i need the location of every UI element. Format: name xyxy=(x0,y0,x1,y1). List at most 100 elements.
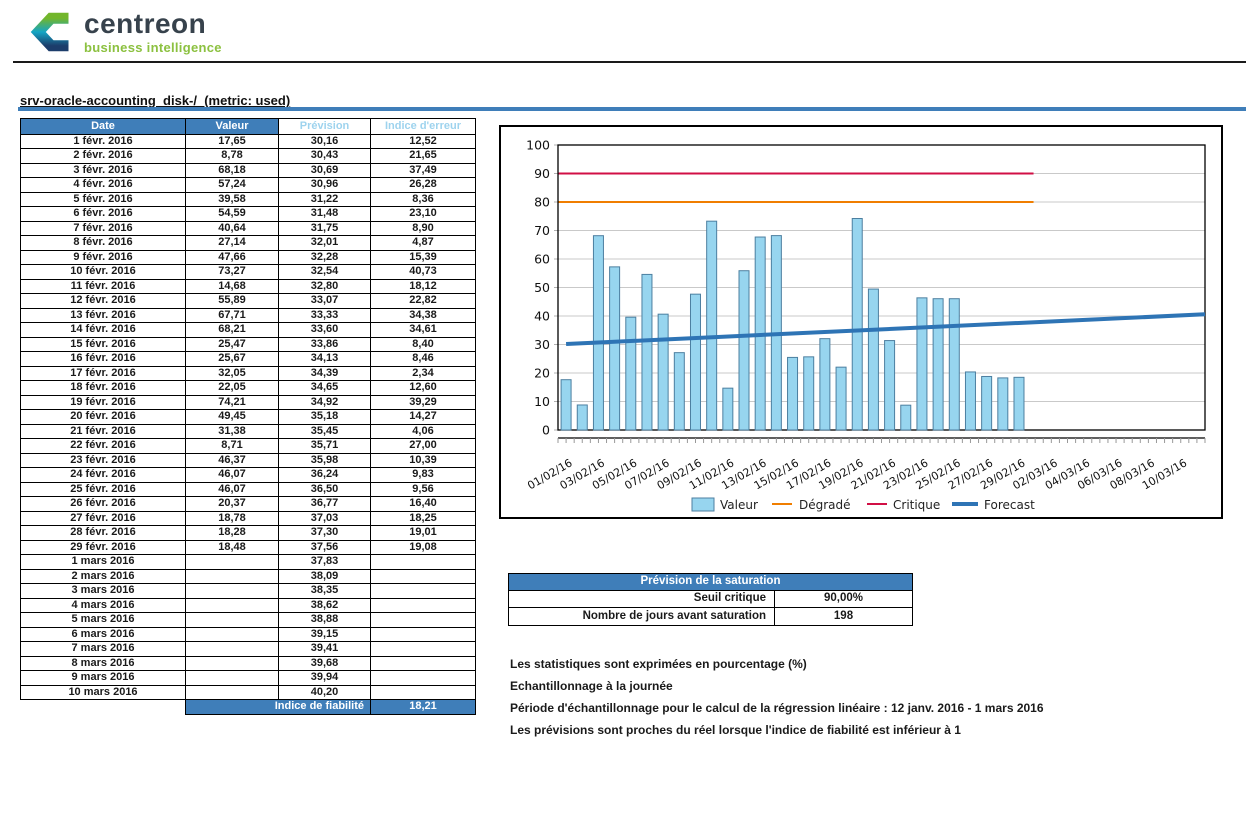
table-row: 20 févr. 201649,4535,1814,27 xyxy=(21,410,476,425)
cell-prevision: 35,98 xyxy=(279,453,371,468)
table-row: 6 févr. 201654,5931,4823,10 xyxy=(21,207,476,222)
table-row: 19 févr. 201674,2134,9239,29 xyxy=(21,395,476,410)
table-row: 5 févr. 201639,5831,228,36 xyxy=(21,192,476,207)
cell-valeur: 25,47 xyxy=(186,337,279,352)
cell-erreur xyxy=(371,685,476,700)
table-row: 7 févr. 201640,6431,758,90 xyxy=(21,221,476,236)
valeur-bar xyxy=(933,299,943,430)
table-row: 6 mars 201639,15 xyxy=(21,627,476,642)
cell-date: 6 févr. 2016 xyxy=(21,207,186,222)
cell-prevision: 30,69 xyxy=(279,163,371,178)
cell-prevision: 30,96 xyxy=(279,178,371,193)
cell-prevision: 32,80 xyxy=(279,279,371,294)
valeur-bar xyxy=(593,236,603,430)
cell-erreur: 34,61 xyxy=(371,323,476,338)
cell-erreur: 8,90 xyxy=(371,221,476,236)
cell-prevision: 37,03 xyxy=(279,511,371,526)
cell-valeur: 25,67 xyxy=(186,352,279,367)
table-row: 9 févr. 201647,6632,2815,39 xyxy=(21,250,476,265)
cell-valeur xyxy=(186,642,279,657)
cell-erreur: 21,65 xyxy=(371,149,476,164)
table-row: 27 févr. 201618,7837,0318,25 xyxy=(21,511,476,526)
table-row: 10 févr. 201673,2732,5440,73 xyxy=(21,265,476,280)
header-divider xyxy=(13,61,1246,63)
cell-prevision: 33,60 xyxy=(279,323,371,338)
cell-valeur: 8,71 xyxy=(186,439,279,454)
cell-prevision: 36,77 xyxy=(279,497,371,512)
saturation-title: Prévision de la saturation xyxy=(509,574,913,591)
cell-valeur xyxy=(186,613,279,628)
cell-erreur xyxy=(371,627,476,642)
cell-date: 2 mars 2016 xyxy=(21,569,186,584)
col-header-prevision: Prévision xyxy=(279,119,371,135)
critical-threshold-value: 90,00% xyxy=(775,590,913,608)
cell-valeur: 73,27 xyxy=(186,265,279,280)
valeur-bar xyxy=(690,294,700,430)
table-row: 14 févr. 201668,2133,6034,61 xyxy=(21,323,476,338)
reliability-index-value: 18,21 xyxy=(371,700,476,715)
cell-date: 10 févr. 2016 xyxy=(21,265,186,280)
cell-erreur: 8,36 xyxy=(371,192,476,207)
cell-erreur: 2,34 xyxy=(371,366,476,381)
table-row: 3 févr. 201668,1830,6937,49 xyxy=(21,163,476,178)
table-row: 4 mars 201638,62 xyxy=(21,598,476,613)
cell-date: 5 mars 2016 xyxy=(21,613,186,628)
cell-erreur xyxy=(371,656,476,671)
brand-name: centreon xyxy=(84,10,222,38)
cell-prevision: 30,43 xyxy=(279,149,371,164)
table-row: 10 mars 201640,20 xyxy=(21,685,476,700)
forecast-chart: 010203040506070809010001/02/1603/02/1605… xyxy=(499,125,1223,519)
cell-date: 8 mars 2016 xyxy=(21,656,186,671)
note-line: Période d'échantillonnage pour le calcul… xyxy=(510,697,1044,719)
valeur-bar xyxy=(658,314,668,430)
cell-valeur: 67,71 xyxy=(186,308,279,323)
cell-prevision: 40,20 xyxy=(279,685,371,700)
valeur-bar xyxy=(707,221,717,430)
cell-erreur: 40,73 xyxy=(371,265,476,280)
cell-valeur: 22,05 xyxy=(186,381,279,396)
cell-date: 15 févr. 2016 xyxy=(21,337,186,352)
valeur-bar xyxy=(998,378,1008,430)
critical-threshold-label: Seuil critique xyxy=(509,590,775,608)
cell-prevision: 32,28 xyxy=(279,250,371,265)
cell-prevision: 31,48 xyxy=(279,207,371,222)
cell-prevision: 34,65 xyxy=(279,381,371,396)
cell-prevision: 34,92 xyxy=(279,395,371,410)
cell-erreur: 9,83 xyxy=(371,468,476,483)
cell-erreur: 37,49 xyxy=(371,163,476,178)
table-row: 1 févr. 201617,6530,1612,52 xyxy=(21,134,476,149)
table-row: 13 févr. 201667,7133,3334,38 xyxy=(21,308,476,323)
cell-erreur: 12,60 xyxy=(371,381,476,396)
cell-date: 22 févr. 2016 xyxy=(21,439,186,454)
table-row: 9 mars 201639,94 xyxy=(21,671,476,686)
valeur-bar xyxy=(836,367,846,430)
cell-valeur: 54,59 xyxy=(186,207,279,222)
y-axis-label: 10 xyxy=(534,394,550,409)
valeur-bar xyxy=(852,219,862,430)
legend-label: Valeur xyxy=(720,498,758,512)
cell-valeur: 8,78 xyxy=(186,149,279,164)
cell-date: 7 févr. 2016 xyxy=(21,221,186,236)
col-header-date: Date xyxy=(21,119,186,135)
cell-erreur xyxy=(371,569,476,584)
report-title: srv-oracle-accounting disk-/ (metric: us… xyxy=(20,93,290,108)
cell-prevision: 37,56 xyxy=(279,540,371,555)
cell-valeur: 46,37 xyxy=(186,453,279,468)
cell-prevision: 35,45 xyxy=(279,424,371,439)
days-before-saturation-label: Nombre de jours avant saturation xyxy=(509,608,775,626)
cell-date: 4 mars 2016 xyxy=(21,598,186,613)
cell-prevision: 30,16 xyxy=(279,134,371,149)
valeur-bar xyxy=(561,380,571,430)
cell-prevision: 34,39 xyxy=(279,366,371,381)
cell-prevision: 31,22 xyxy=(279,192,371,207)
valeur-bar xyxy=(723,388,733,430)
saturation-header-row: Prévision de la saturation xyxy=(509,574,913,591)
legend-label: Forecast xyxy=(984,498,1035,512)
metrics-table-header-row: Date Valeur Prévision Indice d'erreur xyxy=(21,119,476,135)
cell-date: 19 févr. 2016 xyxy=(21,395,186,410)
y-axis-label: 60 xyxy=(534,252,550,267)
cell-erreur: 27,00 xyxy=(371,439,476,454)
table-row: 17 févr. 201632,0534,392,34 xyxy=(21,366,476,381)
days-before-saturation-value: 198 xyxy=(775,608,913,626)
saturation-row: Seuil critique 90,00% xyxy=(509,590,913,608)
